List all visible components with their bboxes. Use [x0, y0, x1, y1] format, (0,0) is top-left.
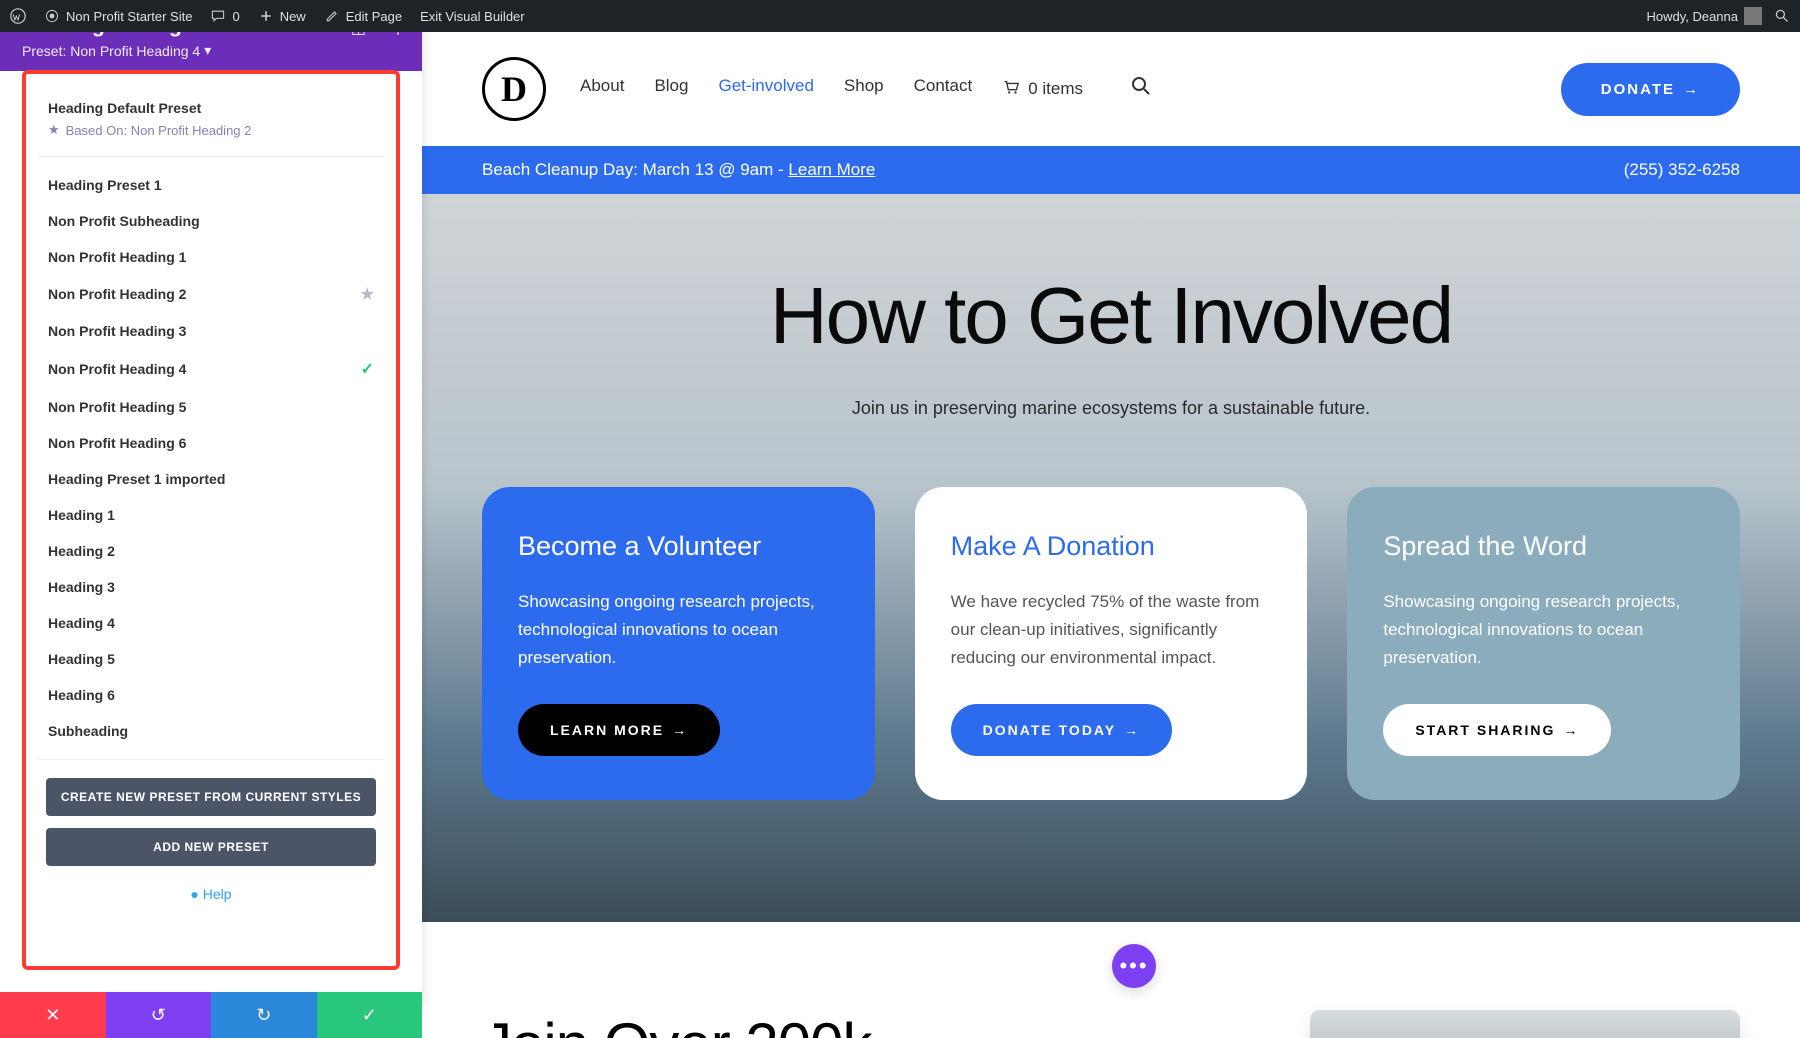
card-title: Make A Donation [951, 531, 1272, 562]
arrow-right-icon: → [1563, 722, 1579, 738]
arrow-right-icon: → [1124, 722, 1140, 738]
preset-item-label: Heading 3 [48, 579, 115, 595]
preset-item-label: Non Profit Subheading [48, 213, 200, 229]
add-preset-button[interactable]: ADD NEW PRESET [46, 828, 376, 866]
admin-search-icon[interactable] [1774, 8, 1790, 24]
heading-settings-panel: Heading Settings Preset: Non Profit Head… [0, 0, 422, 1006]
preset-item-label: Non Profit Heading 3 [48, 323, 186, 339]
check-icon: ✓ [361, 359, 374, 379]
preset-item[interactable]: Non Profit Heading 6 [38, 425, 384, 461]
search-icon[interactable] [1131, 76, 1151, 102]
preset-item[interactable]: Heading 3 [38, 569, 384, 605]
hero-title: How to Get Involved [422, 270, 1800, 362]
wp-admin-bar: Non Profit Starter Site 0 New Edit Page … [0, 0, 1800, 32]
cancel-button[interactable]: ✕ [0, 992, 106, 1038]
preset-item[interactable]: Heading 4 [38, 605, 384, 641]
card-body: We have recycled 75% of the waste from o… [951, 588, 1272, 672]
card-spread-word: Spread the Word Showcasing ongoing resea… [1347, 487, 1740, 800]
nav-get-involved[interactable]: Get-involved [718, 76, 813, 102]
undo-button[interactable]: ↺ [106, 992, 212, 1038]
learn-more-button[interactable]: LEARN MORE → [518, 704, 720, 756]
card-volunteer: Become a Volunteer Showcasing ongoing re… [482, 487, 875, 800]
preset-item[interactable]: Non Profit Heading 2 ★ [38, 275, 384, 313]
nav-shop[interactable]: Shop [844, 76, 884, 102]
edit-page-link[interactable]: Edit Page [324, 8, 402, 24]
preset-item-label: Subheading [48, 723, 128, 739]
preset-item-label: Heading 5 [48, 651, 115, 667]
section-settings-button[interactable]: ••• [1112, 944, 1156, 988]
announcement-bar: Beach Cleanup Day: March 13 @ 9am - Lear… [422, 146, 1800, 194]
preset-item[interactable]: Subheading [38, 713, 384, 749]
site-name-link[interactable]: Non Profit Starter Site [44, 8, 192, 24]
preset-dropdown-toggle[interactable]: Preset: Non Profit Heading 4 ▾ [22, 42, 400, 59]
preset-item[interactable]: Heading Preset 1 imported [38, 461, 384, 497]
hero-section: How to Get Involved Join us in preservin… [422, 194, 1800, 922]
nav-cart[interactable]: 0 items [1002, 76, 1083, 102]
start-sharing-button[interactable]: START SHARING → [1383, 704, 1611, 756]
card-title: Spread the Word [1383, 531, 1704, 562]
card-title: Become a Volunteer [518, 531, 839, 562]
redo-button[interactable]: ↻ [211, 992, 317, 1038]
preset-item-label: Non Profit Heading 6 [48, 435, 186, 451]
nav-blog[interactable]: Blog [654, 76, 688, 102]
preset-item-label: Heading 1 [48, 507, 115, 523]
wp-logo[interactable] [10, 8, 26, 24]
arrow-right-icon: → [672, 722, 688, 738]
preset-item-label: Heading 6 [48, 687, 115, 703]
preset-item-default[interactable]: Heading Default Preset ★ Based On: Non P… [38, 90, 384, 157]
preset-item[interactable]: Heading 2 [38, 533, 384, 569]
star-icon: ★ [48, 122, 60, 138]
panel-action-bar: ✕ ↺ ↻ ✓ [0, 992, 422, 1038]
star-icon: ★ [361, 285, 374, 303]
preset-item[interactable]: Non Profit Heading 1 [38, 239, 384, 275]
preset-item-label: Non Profit Heading 5 [48, 399, 186, 415]
preset-dropdown: Heading Default Preset ★ Based On: Non P… [22, 70, 400, 970]
create-preset-button[interactable]: CREATE NEW PRESET FROM CURRENT STYLES [46, 778, 376, 816]
preset-item[interactable]: Non Profit Subheading [38, 203, 384, 239]
page-preview: D About Blog Get-involved Shop Contact 0… [422, 32, 1800, 1038]
preset-item-label: Heading 2 [48, 543, 115, 559]
join-image [1310, 1010, 1740, 1038]
user-greeting[interactable]: Howdy, Deanna [1646, 7, 1762, 25]
comments-link[interactable]: 0 [210, 8, 239, 24]
preset-item[interactable]: Non Profit Heading 5 [38, 389, 384, 425]
card-body: Showcasing ongoing research projects, te… [518, 588, 839, 672]
preset-item-label: Heading 4 [48, 615, 115, 631]
preset-item-label: Non Profit Heading 1 [48, 249, 186, 265]
cart-icon [1002, 78, 1020, 101]
preset-item-label: Non Profit Heading 2 [48, 286, 186, 302]
donate-today-button[interactable]: DONATE TODAY → [951, 704, 1172, 756]
preset-item[interactable]: Heading 6 [38, 677, 384, 713]
site-logo[interactable]: D [482, 57, 546, 121]
join-title: Join Over 200k [482, 1010, 872, 1038]
arrow-right-icon: → [1683, 81, 1700, 98]
card-body: Showcasing ongoing research projects, te… [1383, 588, 1704, 672]
new-link[interactable]: New [258, 8, 306, 24]
announcement-link[interactable]: Learn More [788, 160, 875, 179]
preset-item[interactable]: Heading 5 [38, 641, 384, 677]
exit-visual-builder[interactable]: Exit Visual Builder [420, 9, 525, 24]
avatar [1744, 7, 1762, 25]
announcement-phone: (255) 352-6258 [1624, 160, 1740, 180]
join-section: Join Over 200k ••• [422, 922, 1800, 1038]
preset-item[interactable]: Heading Preset 1 [38, 167, 384, 203]
preset-item[interactable]: Non Profit Heading 4 ✓ [38, 349, 384, 389]
preset-item[interactable]: Non Profit Heading 3 [38, 313, 384, 349]
hero-subtitle: Join us in preserving marine ecosystems … [422, 398, 1800, 419]
help-link[interactable]: ● Help [46, 878, 376, 902]
save-button[interactable]: ✓ [317, 992, 423, 1038]
card-donation: Make A Donation We have recycled 75% of … [915, 487, 1308, 800]
main-nav: About Blog Get-involved Shop Contact 0 i… [580, 76, 1151, 102]
site-header: D About Blog Get-involved Shop Contact 0… [422, 32, 1800, 146]
nav-about[interactable]: About [580, 76, 624, 102]
preset-item-label: Heading Preset 1 [48, 177, 162, 193]
preset-item[interactable]: Heading 1 [38, 497, 384, 533]
preset-item-label: Non Profit Heading 4 [48, 361, 186, 377]
preset-item-label: Heading Preset 1 imported [48, 471, 225, 487]
cards-row: Become a Volunteer Showcasing ongoing re… [422, 487, 1800, 800]
chevron-down-icon: ▾ [204, 42, 211, 59]
nav-contact[interactable]: Contact [914, 76, 973, 102]
announcement-text: Beach Cleanup Day: March 13 @ 9am - Lear… [482, 160, 875, 180]
donate-button[interactable]: DONATE→ [1561, 63, 1740, 116]
